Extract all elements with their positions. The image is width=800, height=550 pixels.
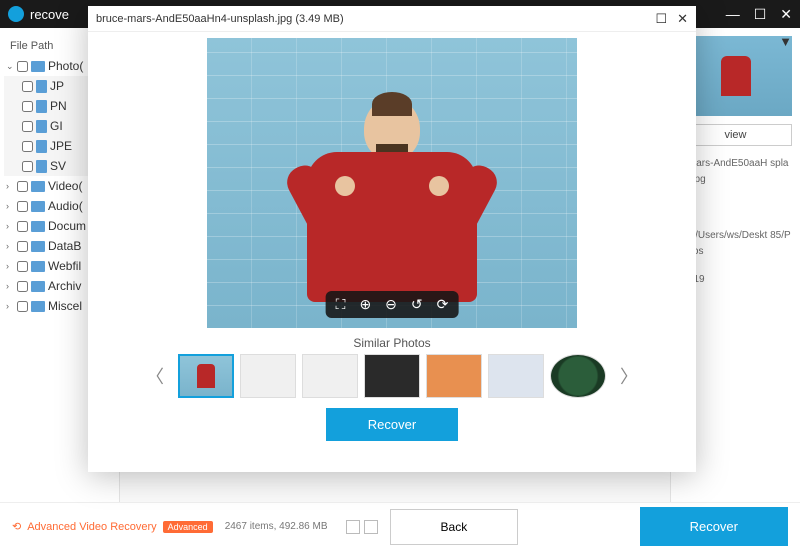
close-button[interactable]: ✕ <box>780 6 792 23</box>
file-icon <box>36 160 47 173</box>
tree-label: SV <box>50 159 66 173</box>
recover-button[interactable]: Recover <box>640 507 788 546</box>
caret-icon: › <box>6 221 14 231</box>
thumbnail[interactable] <box>426 354 482 398</box>
preview-modal: bruce-mars-AndE50aaHn4-unsplash.jpg (3.4… <box>88 6 696 472</box>
file-icon <box>36 120 47 133</box>
folder-icon <box>31 281 45 292</box>
tree-label: Video( <box>48 179 82 193</box>
file-icon <box>36 80 47 93</box>
tree-checkbox[interactable] <box>22 101 33 112</box>
caret-icon: › <box>6 201 14 211</box>
app-name: recove <box>30 7 69 22</box>
caret-icon: › <box>6 261 14 271</box>
modal-filesize: (3.49 MB) <box>295 13 343 25</box>
bottom-bar: ⟲ Advanced Video Recovery Advanced 2467 … <box>0 502 800 550</box>
tree-label: DataB <box>48 239 81 253</box>
folder-icon <box>31 61 45 72</box>
thumbnail[interactable] <box>488 354 544 398</box>
adv-label: Advanced Video Recovery <box>27 521 156 533</box>
folder-icon <box>31 221 45 232</box>
thumbnail[interactable] <box>178 354 234 398</box>
app-logo: recove <box>8 6 69 22</box>
zoom-out-icon[interactable]: ⊖ <box>385 296 397 313</box>
minimize-button[interactable]: — <box>726 6 740 23</box>
tree-checkbox[interactable] <box>22 121 33 132</box>
tree-label: JPE <box>50 139 72 153</box>
tree-label: Webfil <box>48 259 81 273</box>
tree-checkbox[interactable] <box>22 161 33 172</box>
folder-icon <box>31 241 45 252</box>
tree-label: Archiv <box>48 279 81 293</box>
next-arrow[interactable]: 〉 <box>612 363 646 389</box>
modal-close-button[interactable]: ✕ <box>677 11 688 27</box>
tree-checkbox[interactable] <box>22 141 33 152</box>
file-icon <box>36 100 47 113</box>
tree-checkbox[interactable] <box>17 201 28 212</box>
tree-label: Miscel <box>48 299 82 313</box>
tree-checkbox[interactable] <box>17 261 28 272</box>
fullscreen-icon[interactable]: ⛶ <box>336 296 346 313</box>
tree-label: Audio( <box>48 199 83 213</box>
tree-checkbox[interactable] <box>17 221 28 232</box>
thumbnail[interactable] <box>550 354 606 398</box>
tree-label: Photo( <box>48 59 83 73</box>
folder-icon <box>31 181 45 192</box>
maximize-button[interactable]: ☐ <box>754 6 767 23</box>
caret-icon: › <box>6 181 14 191</box>
file-icon <box>36 140 47 153</box>
modal-recover-button[interactable]: Recover <box>326 408 458 441</box>
caret-icon: › <box>6 281 14 291</box>
prev-arrow[interactable]: 〈 <box>138 363 172 389</box>
modal-titlebar: bruce-mars-AndE50aaHn4-unsplash.jpg (3.4… <box>88 6 696 32</box>
modal-body: ⛶ ⊕ ⊖ ↺ ⟳ Similar Photos 〈 〉 Recover <box>88 32 696 472</box>
tree-checkbox[interactable] <box>17 281 28 292</box>
tree-checkbox[interactable] <box>22 81 33 92</box>
view-toggle[interactable] <box>346 520 378 534</box>
tree-checkbox[interactable] <box>17 301 28 312</box>
tree-checkbox[interactable] <box>17 61 28 72</box>
zoom-in-icon[interactable]: ⊕ <box>359 296 371 313</box>
caret-icon: ⌄ <box>6 61 14 72</box>
thumbnail[interactable] <box>364 354 420 398</box>
folder-icon <box>31 261 45 272</box>
tree-label: JP <box>50 79 64 93</box>
filter-icon[interactable]: ▼ <box>779 34 792 49</box>
back-button[interactable]: Back <box>390 509 519 545</box>
tree-checkbox[interactable] <box>17 241 28 252</box>
modal-filename: bruce-mars-AndE50aaHn4-unsplash.jpg <box>96 13 292 25</box>
advanced-video-recovery[interactable]: ⟲ Advanced Video Recovery Advanced <box>12 520 213 533</box>
folder-icon <box>31 301 45 312</box>
modal-maximize-button[interactable]: ☐ <box>655 11 667 27</box>
caret-icon: › <box>6 241 14 251</box>
thumbnail[interactable] <box>240 354 296 398</box>
tree-checkbox[interactable] <box>17 181 28 192</box>
photo-toolbar: ⛶ ⊕ ⊖ ↺ ⟳ <box>326 291 459 318</box>
thumbnail-strip: 〈 〉 <box>138 354 646 398</box>
tree-label: GI <box>50 119 63 133</box>
window-controls: — ☐ ✕ <box>726 6 792 23</box>
more-icon[interactable]: ⟳ <box>437 296 449 313</box>
photo-preview: ⛶ ⊕ ⊖ ↺ ⟳ <box>207 38 577 328</box>
logo-icon <box>8 6 24 22</box>
thumbnail[interactable] <box>302 354 358 398</box>
similar-photos-label: Similar Photos <box>353 336 430 350</box>
folder-icon <box>31 201 45 212</box>
tree-label: Docum <box>48 219 86 233</box>
adv-badge: Advanced <box>163 521 213 533</box>
refresh-icon: ⟲ <box>12 520 21 533</box>
status-text: 2467 items, 492.86 MB <box>225 521 328 532</box>
rotate-icon[interactable]: ↺ <box>411 296 423 313</box>
caret-icon: › <box>6 301 14 311</box>
tree-label: PN <box>50 99 67 113</box>
